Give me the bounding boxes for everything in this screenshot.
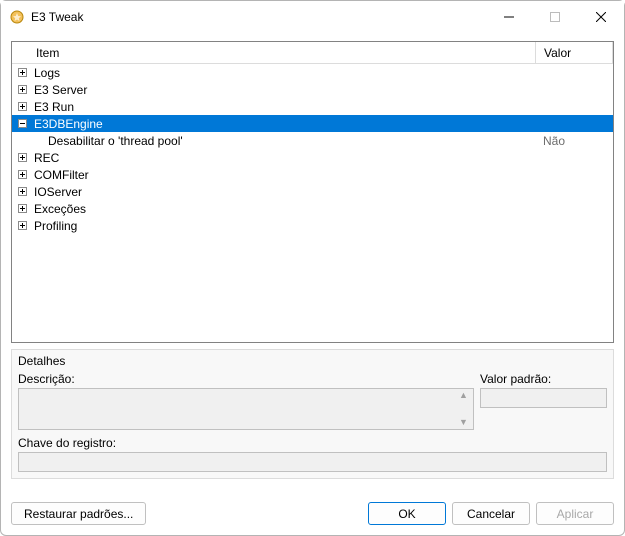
tree-value-cell xyxy=(535,217,613,234)
tree-row[interactable]: IOServer xyxy=(12,183,613,200)
app-icon xyxy=(9,9,25,25)
tree-item-label: E3 Server xyxy=(34,83,87,97)
tree-item-cell[interactable]: Exceções xyxy=(12,200,535,217)
tree-row[interactable]: E3DBEngine xyxy=(12,115,613,132)
details-title: Detalhes xyxy=(18,354,607,368)
close-button[interactable] xyxy=(578,1,624,33)
descricao-label: Descrição: xyxy=(18,372,474,386)
window-controls xyxy=(486,1,624,33)
tree-row[interactable]: COMFilter xyxy=(12,166,613,183)
column-header-valor[interactable]: Valor xyxy=(536,42,613,63)
aplicar-button[interactable]: Aplicar xyxy=(536,502,614,525)
expand-icon[interactable] xyxy=(18,204,32,213)
tree-item-cell[interactable]: Logs xyxy=(12,64,535,81)
content-area: Item Valor Logs E3 Server E3 Run E3DBEngine… xyxy=(1,33,624,479)
tree-value-cell xyxy=(535,200,613,217)
cancelar-button[interactable]: Cancelar xyxy=(452,502,530,525)
tree-row[interactable]: Exceções xyxy=(12,200,613,217)
valor-padrao-label: Valor padrão: xyxy=(480,372,607,386)
tree-item-cell[interactable]: E3 Server xyxy=(12,81,535,98)
ok-button[interactable]: OK xyxy=(368,502,446,525)
expand-icon[interactable] xyxy=(18,153,32,162)
tree-item-label: Desabilitar o 'thread pool' xyxy=(48,134,183,148)
chave-registro-label: Chave do registro: xyxy=(18,436,607,450)
expand-icon[interactable] xyxy=(18,85,32,94)
tree-item-label: Profiling xyxy=(34,219,77,233)
tree-item-label: E3 Run xyxy=(34,100,74,114)
minimize-button[interactable] xyxy=(486,1,532,33)
tree-row[interactable]: E3 Run xyxy=(12,98,613,115)
tree-item-label: Exceções xyxy=(34,202,86,216)
tree-value-cell: Não xyxy=(535,132,613,149)
tree-value-cell xyxy=(535,115,613,132)
tree-item-label: COMFilter xyxy=(34,168,89,182)
scroll-down-icon[interactable]: ▼ xyxy=(456,418,471,427)
titlebar: E3 Tweak xyxy=(1,1,624,33)
tree-header: Item Valor xyxy=(12,42,613,64)
tree-item-label: Logs xyxy=(34,66,60,80)
valor-padrao-field xyxy=(480,388,607,408)
expand-icon[interactable] xyxy=(18,221,32,230)
tree-row[interactable]: Profiling xyxy=(12,217,613,234)
tree-value-cell xyxy=(535,166,613,183)
restaurar-padroes-button[interactable]: Restaurar padrões... xyxy=(11,502,146,525)
tree-item-cell[interactable]: Profiling xyxy=(12,217,535,234)
tree-row[interactable]: E3 Server xyxy=(12,81,613,98)
tree-item-cell[interactable]: REC xyxy=(12,149,535,166)
tree-row[interactable]: REC xyxy=(12,149,613,166)
maximize-button xyxy=(532,1,578,33)
column-header-item[interactable]: Item xyxy=(12,42,536,63)
tree-item-cell[interactable]: IOServer xyxy=(12,183,535,200)
tree-item-cell[interactable]: E3DBEngine xyxy=(12,115,535,132)
expand-icon[interactable] xyxy=(18,187,32,196)
tree-panel: Item Valor Logs E3 Server E3 Run E3DBEngine… xyxy=(11,41,614,343)
chave-registro-field xyxy=(18,452,607,472)
tree-item-cell[interactable]: E3 Run xyxy=(12,98,535,115)
tree-item-label: E3DBEngine xyxy=(34,117,103,131)
expand-icon[interactable] xyxy=(18,170,32,179)
descricao-scrollbar[interactable]: ▲ ▼ xyxy=(456,391,471,427)
tree-value-cell xyxy=(535,183,613,200)
tree-item-cell[interactable]: Desabilitar o 'thread pool' xyxy=(12,132,535,149)
expand-icon[interactable] xyxy=(18,68,32,77)
tree-value-cell xyxy=(535,64,613,81)
tree-value-cell xyxy=(535,81,613,98)
tree-row[interactable]: Logs xyxy=(12,64,613,81)
tree-row[interactable]: Desabilitar o 'thread pool' Não xyxy=(12,132,613,149)
tree-item-cell[interactable]: COMFilter xyxy=(12,166,535,183)
tree-value-cell xyxy=(535,98,613,115)
expand-icon[interactable] xyxy=(18,102,32,111)
button-bar: Restaurar padrões... OK Cancelar Aplicar xyxy=(11,502,614,525)
tree-value-cell xyxy=(535,149,613,166)
scroll-up-icon[interactable]: ▲ xyxy=(456,391,471,400)
details-section: Detalhes Descrição: ▲ ▼ Valor padrão: Ch… xyxy=(11,349,614,479)
tree-body[interactable]: LogsE3 ServerE3 RunE3DBEngineDesabilitar… xyxy=(12,64,613,234)
tree-item-label: REC xyxy=(34,151,59,165)
tree-item-label: IOServer xyxy=(34,185,82,199)
collapse-icon[interactable] xyxy=(18,119,32,128)
descricao-field: ▲ ▼ xyxy=(18,388,474,430)
window-title: E3 Tweak xyxy=(31,10,486,24)
